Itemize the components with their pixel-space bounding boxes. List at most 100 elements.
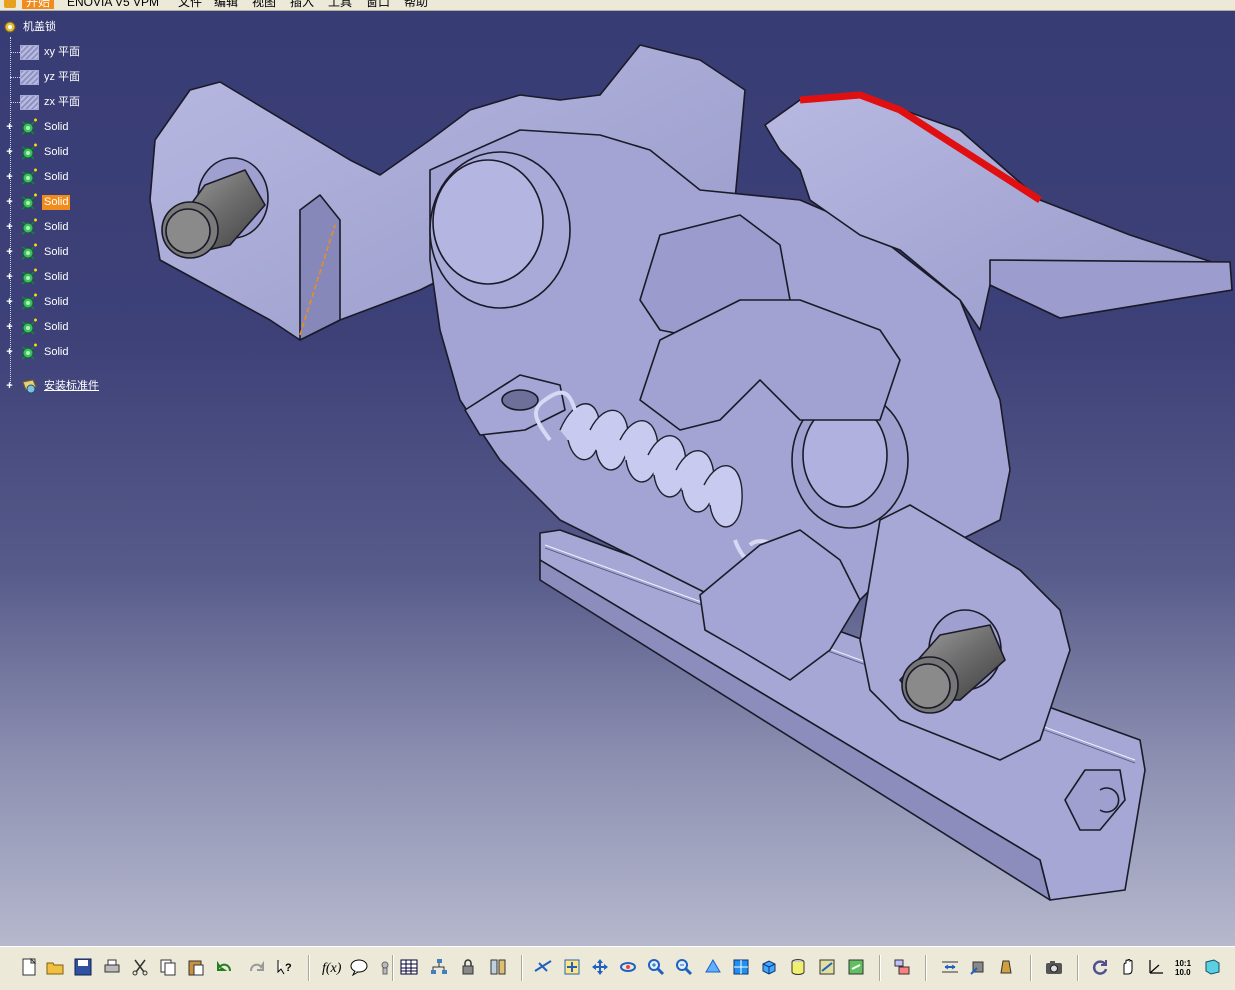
toolbar-separator <box>925 955 927 981</box>
expand-icon[interactable]: + <box>5 297 14 308</box>
expand-icon[interactable]: + <box>5 222 14 233</box>
tree-solid-6[interactable]: Solid <box>20 242 70 262</box>
solid-label[interactable]: Solid <box>42 345 70 360</box>
tree-plane-zx[interactable]: zx 平面 <box>20 92 82 112</box>
tree-solid-3[interactable]: Solid <box>20 167 70 187</box>
expand-icon[interactable]: + <box>5 197 14 208</box>
tree-solid-4[interactable]: Solid <box>20 192 71 212</box>
multi-view-button[interactable] <box>730 956 752 978</box>
formula-button[interactable]: f(x) <box>320 956 342 978</box>
zoom-out-button[interactable] <box>673 956 695 978</box>
undo-button[interactable] <box>214 956 236 978</box>
solid-label[interactable]: Solid <box>42 170 70 185</box>
menu-enovia[interactable]: ENOVIA V5 VPM <box>67 0 159 9</box>
expand-icon[interactable]: + <box>5 172 14 183</box>
menu-tools[interactable]: 工具 <box>328 0 352 9</box>
fit-all-icon <box>564 959 580 975</box>
normal-view-button[interactable] <box>702 956 724 978</box>
toolbar-separator <box>521 955 523 981</box>
tree-solid-10[interactable]: Solid <box>20 342 70 362</box>
expand-icon[interactable]: + <box>5 122 14 133</box>
menu-view[interactable]: 视图 <box>252 0 276 9</box>
tree-solid-9[interactable]: Solid <box>20 317 70 337</box>
solid-label[interactable]: Solid <box>42 145 70 160</box>
view-cube-button[interactable] <box>1201 956 1223 978</box>
mass-button[interactable] <box>995 956 1017 978</box>
whats-this-button[interactable]: ? <box>274 956 296 978</box>
tree-solid-1[interactable]: Solid <box>20 117 70 137</box>
expand-icon[interactable]: + <box>5 347 14 358</box>
tree-assembly[interactable]: 安装标准件 <box>20 376 101 396</box>
new-button[interactable] <box>18 956 40 978</box>
toolbar-separator <box>1030 955 1032 981</box>
zoom-in-button[interactable] <box>645 956 667 978</box>
insert-component-button[interactable] <box>891 956 913 978</box>
catalog-button[interactable] <box>487 956 509 978</box>
app-icon[interactable] <box>4 0 16 8</box>
expand-icon[interactable]: + <box>5 247 14 258</box>
tree-solid-2[interactable]: Solid <box>20 142 70 162</box>
manipulate-button[interactable] <box>1117 956 1139 978</box>
measure-button[interactable] <box>939 956 961 978</box>
tree-solid-5[interactable]: Solid <box>20 217 70 237</box>
tree-root[interactable]: 机盖锁 <box>3 17 58 37</box>
table-button[interactable] <box>398 956 420 978</box>
tree-plane-yz[interactable]: yz 平面 <box>20 67 82 87</box>
pan-button[interactable] <box>589 956 611 978</box>
expand-icon[interactable]: + <box>5 322 14 333</box>
cut-icon <box>132 959 148 976</box>
tree-solid-8[interactable]: Solid <box>20 292 70 312</box>
undo-icon <box>217 960 231 972</box>
expand-icon[interactable]: + <box>5 381 14 392</box>
measure-item-button[interactable] <box>967 956 989 978</box>
tree-plane-xy[interactable]: xy 平面 <box>20 42 82 62</box>
lock-button[interactable] <box>457 956 479 978</box>
solid-label[interactable]: Solid <box>42 245 70 260</box>
fly-mode-button[interactable] <box>532 956 554 978</box>
solid-label[interactable]: Solid <box>42 194 71 210</box>
cut-button[interactable] <box>129 956 151 978</box>
menu-bar: 开始 ENOVIA V5 VPM 文件 编辑 视图 插入 工具 窗口 帮助 <box>0 0 1235 11</box>
assembly-label[interactable]: 安装标准件 <box>42 379 101 394</box>
solid-label[interactable]: Solid <box>42 220 70 235</box>
menu-start[interactable]: 开始 <box>22 0 55 9</box>
plane-label[interactable]: zx 平面 <box>42 95 82 110</box>
shading-button[interactable] <box>787 956 809 978</box>
copy-button[interactable] <box>157 956 179 978</box>
menu-insert[interactable]: 插入 <box>290 0 314 9</box>
tree-root-label[interactable]: 机盖锁 <box>21 20 58 35</box>
capture-button[interactable] <box>1043 956 1065 978</box>
tree-graph-button[interactable] <box>428 956 450 978</box>
save-button[interactable] <box>72 956 94 978</box>
tree-solid-7[interactable]: Solid <box>20 267 70 287</box>
svg-text:?: ? <box>285 962 292 974</box>
scale-button[interactable]: 10:1 10.0 <box>1173 956 1195 978</box>
expand-icon[interactable]: + <box>5 147 14 158</box>
open-button[interactable] <box>44 956 66 978</box>
menu-help[interactable]: 帮助 <box>404 0 428 9</box>
solid-label[interactable]: Solid <box>42 295 70 310</box>
hide-show-button[interactable] <box>816 956 838 978</box>
iso-view-button[interactable] <box>758 956 780 978</box>
solid-label[interactable]: Solid <box>42 120 70 135</box>
menu-file[interactable]: 文件 <box>178 0 202 9</box>
menu-window[interactable]: 窗口 <box>366 0 390 9</box>
fit-all-button[interactable] <box>561 956 583 978</box>
3d-viewport[interactable]: 机盖锁 xy 平面 yz 平面 zx 平面 + Solid + Solid + Solid… <box>0 11 1235 946</box>
paste-button[interactable] <box>185 956 207 978</box>
menu-edit[interactable]: 编辑 <box>214 0 238 9</box>
rotate-button[interactable] <box>617 956 639 978</box>
print-button[interactable] <box>101 956 123 978</box>
expand-icon[interactable]: + <box>5 272 14 283</box>
redo-button[interactable] <box>245 956 267 978</box>
mass-icon <box>1000 960 1012 974</box>
plane-label[interactable]: yz 平面 <box>42 70 82 85</box>
toolbar-separator <box>879 955 881 981</box>
comment-button[interactable] <box>348 956 370 978</box>
axis-button[interactable] <box>1145 956 1167 978</box>
plane-label[interactable]: xy 平面 <box>42 45 82 60</box>
solid-label[interactable]: Solid <box>42 270 70 285</box>
update-button[interactable] <box>1089 956 1111 978</box>
swap-space-button[interactable] <box>845 956 867 978</box>
solid-label[interactable]: Solid <box>42 320 70 335</box>
